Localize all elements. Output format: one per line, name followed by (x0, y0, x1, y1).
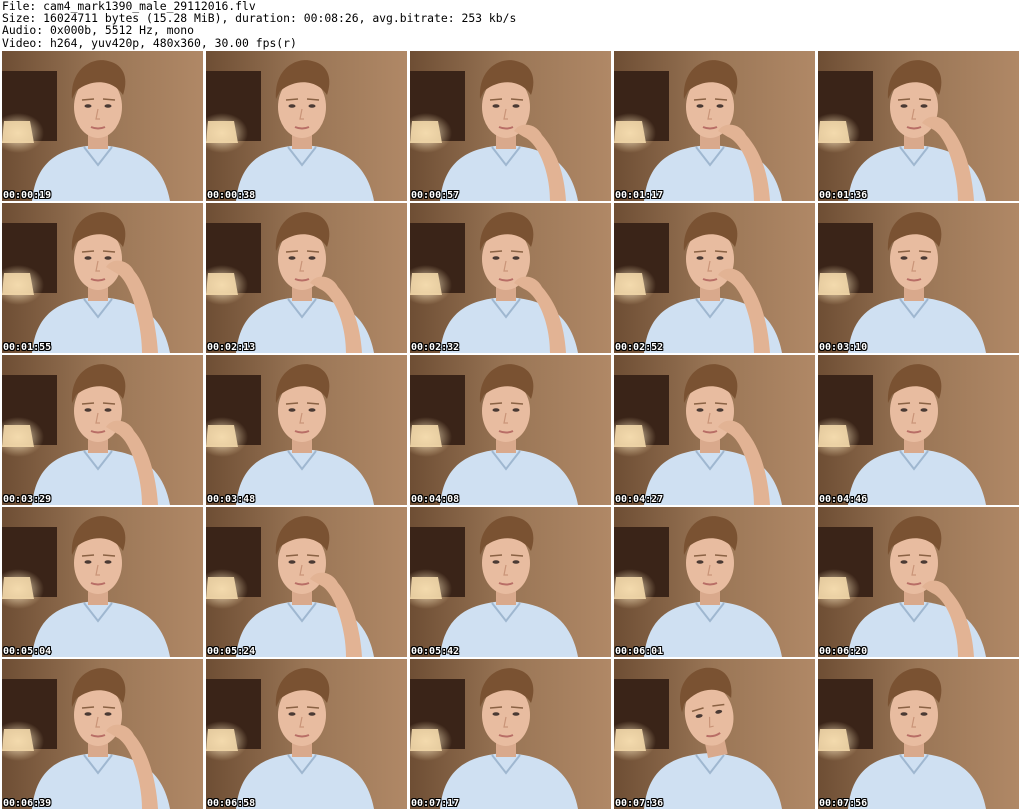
video-thumbnail: 00:07:17 (410, 659, 611, 809)
thumbnail-frame-image (410, 355, 611, 505)
video-thumbnail: 00:03:10 (818, 203, 1019, 353)
thumbnail-frame-image (818, 355, 1019, 505)
thumbnail-frame-image (206, 659, 407, 809)
thumbnail-timestamp: 00:04:08 (411, 494, 460, 505)
thumbnail-frame-image (2, 507, 203, 657)
thumbnail-frame-image (614, 51, 815, 201)
video-info-header: File: cam4_mark1390_male_29112016.flv Si… (2, 0, 1022, 50)
video-thumbnail: 00:05:24 (206, 507, 407, 657)
thumbnail-timestamp: 00:00:19 (3, 190, 52, 201)
thumbnail-frame-image (614, 507, 815, 657)
thumbnail-frame-image (410, 659, 611, 809)
thumbnail-timestamp: 00:03:48 (207, 494, 256, 505)
thumbnail-frame-image (206, 507, 407, 657)
video-thumbnail: 00:05:42 (410, 507, 611, 657)
video-thumbnail: 00:04:27 (614, 355, 815, 505)
video-thumbnail: 00:01:55 (2, 203, 203, 353)
video-info-line: Video: h264, yuv420p, 480x360, 30.00 fps… (2, 35, 297, 50)
video-thumbnail: 00:00:19 (2, 51, 203, 201)
thumbnail-timestamp: 00:01:36 (819, 190, 868, 201)
thumbnail-timestamp: 00:06:01 (615, 646, 664, 657)
video-thumbnail: 00:06:01 (614, 507, 815, 657)
thumbnail-timestamp: 00:06:39 (3, 798, 52, 809)
video-thumbnail: 00:03:29 (2, 355, 203, 505)
thumbnail-timestamp: 00:00:38 (207, 190, 256, 201)
thumbnail-timestamp: 00:02:52 (615, 342, 664, 353)
video-thumbnail: 00:00:38 (206, 51, 407, 201)
thumbnail-timestamp: 00:03:10 (819, 342, 868, 353)
thumbnail-timestamp: 00:05:42 (411, 646, 460, 657)
video-thumbnail: 00:06:39 (2, 659, 203, 809)
video-thumbnail: 00:07:56 (818, 659, 1019, 809)
video-thumbnail: 00:04:08 (410, 355, 611, 505)
thumbnail-frame-image (818, 659, 1019, 809)
thumbnail-timestamp: 00:00:57 (411, 190, 460, 201)
video-thumbnail: 00:02:52 (614, 203, 815, 353)
video-thumbnail: 00:04:46 (818, 355, 1019, 505)
video-thumbnail: 00:01:36 (818, 51, 1019, 201)
video-thumbnail: 00:01:17 (614, 51, 815, 201)
video-thumbnail: 00:00:57 (410, 51, 611, 201)
thumbnail-frame-image (818, 507, 1019, 657)
thumbnail-timestamp: 00:05:04 (3, 646, 52, 657)
thumbnail-timestamp: 00:07:36 (615, 798, 664, 809)
audio-info-line: Audio: 0x000b, 5512 Hz, mono (2, 23, 195, 38)
thumbnail-frame-image (2, 203, 203, 353)
thumbnail-frame-image (2, 355, 203, 505)
thumbnail-timestamp: 00:01:55 (3, 342, 52, 353)
thumbnail-frame-image (206, 355, 407, 505)
thumbnail-timestamp: 00:05:24 (207, 646, 256, 657)
video-thumbnail: 00:07:36 (614, 659, 815, 809)
thumbnail-timestamp: 00:06:20 (819, 646, 868, 657)
video-thumbnail: 00:03:48 (206, 355, 407, 505)
thumbnail-timestamp: 00:03:29 (3, 494, 52, 505)
thumbnail-frame-image (614, 355, 815, 505)
thumbnail-timestamp: 00:04:46 (819, 494, 868, 505)
video-thumbnail: 00:02:13 (206, 203, 407, 353)
thumbnail-grid: 00:00:19 00:00:38 00:00:57 00:01:17 00:01:36… (2, 51, 1023, 810)
thumbnail-frame-image (206, 203, 407, 353)
thumbnail-timestamp: 00:02:32 (411, 342, 460, 353)
thumbnail-frame-image (614, 203, 815, 353)
thumbnail-frame-image (410, 203, 611, 353)
video-thumbnail: 00:02:32 (410, 203, 611, 353)
video-thumbnail: 00:05:04 (2, 507, 203, 657)
thumbnail-timestamp: 00:04:27 (615, 494, 664, 505)
thumbnail-frame-image (614, 659, 815, 809)
thumbnail-timestamp: 00:07:56 (819, 798, 868, 809)
thumbnail-timestamp: 00:01:17 (615, 190, 664, 201)
thumbnail-frame-image (206, 51, 407, 201)
thumbnail-frame-image (2, 51, 203, 201)
thumbnail-frame-image (410, 507, 611, 657)
video-thumbnail: 00:06:58 (206, 659, 407, 809)
thumbnail-timestamp: 00:06:58 (207, 798, 256, 809)
thumbnail-timestamp: 00:02:13 (207, 342, 256, 353)
thumbnail-frame-image (818, 203, 1019, 353)
thumbnail-frame-image (818, 51, 1019, 201)
thumbnail-timestamp: 00:07:17 (411, 798, 460, 809)
video-thumbnail: 00:06:20 (818, 507, 1019, 657)
thumbnail-frame-image (2, 659, 203, 809)
thumbnail-frame-image (410, 51, 611, 201)
